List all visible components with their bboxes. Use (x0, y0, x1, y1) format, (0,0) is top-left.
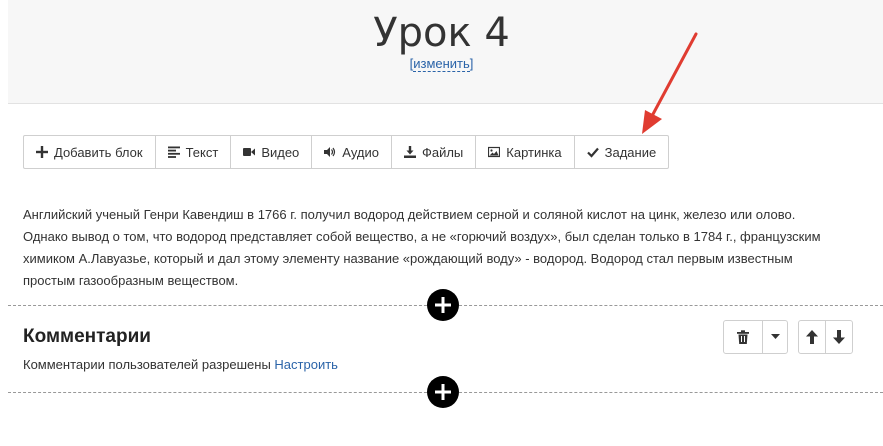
video-camera-icon (243, 148, 256, 156)
text-align-icon (167, 146, 180, 158)
download-icon (403, 146, 416, 158)
image-icon (488, 146, 501, 158)
insert-block-button[interactable] (427, 376, 459, 408)
plus-icon (435, 297, 451, 313)
block-toolbar: Добавить блок Текст Видео Аудио Файлы Ка… (23, 135, 670, 169)
delete-button-group (723, 320, 788, 354)
comments-status: Комментарии пользователей разрешены Наст… (23, 357, 338, 372)
comments-settings-link[interactable]: Настроить (274, 357, 338, 372)
volume-icon (324, 147, 336, 157)
task-button[interactable]: Задание (575, 136, 669, 168)
check-icon (586, 147, 599, 158)
plus-icon (435, 384, 451, 400)
move-down-button[interactable] (826, 321, 852, 353)
arrow-down-icon (833, 330, 845, 344)
bracket-close: ] (469, 56, 474, 71)
delete-button[interactable] (724, 321, 763, 353)
text-label: Текст (185, 144, 219, 160)
image-button[interactable]: Картинка (476, 136, 575, 168)
text-line: Однако вывод о том, что водород представ… (23, 229, 821, 244)
audio-button[interactable]: Аудио (312, 136, 392, 168)
task-label: Задание (604, 144, 657, 160)
audio-label: Аудио (342, 144, 379, 160)
comments-status-text: Комментарии пользователей разрешены (23, 357, 271, 372)
files-label: Файлы (421, 144, 464, 160)
video-button[interactable]: Видео (231, 136, 313, 168)
block-options-dropdown[interactable] (763, 321, 787, 353)
trash-icon (737, 330, 749, 344)
image-label: Картинка (506, 144, 562, 160)
add-block-label: Добавить блок (54, 144, 143, 160)
caret-down-icon (770, 334, 780, 339)
comments-title: Комментарии (23, 326, 151, 347)
text-line: Английский ученый Генри Кавендиш в 1766 … (23, 207, 796, 222)
arrow-up-icon (806, 330, 818, 344)
move-button-group (798, 320, 853, 354)
edit-title: [изменить] (0, 56, 883, 72)
insert-block-button[interactable] (427, 289, 459, 321)
text-line: химиком А.Лавуазье, который и дал этому … (23, 251, 793, 266)
add-block-button[interactable]: Добавить блок (24, 136, 156, 168)
files-button[interactable]: Файлы (392, 136, 477, 168)
text-content-block[interactable]: Английский ученый Генри Кавендиш в 1766 … (23, 204, 853, 292)
move-up-button[interactable] (799, 321, 826, 353)
page-title: Урок 4 (373, 10, 510, 56)
text-button[interactable]: Текст (156, 136, 232, 168)
plus-icon (36, 146, 48, 158)
video-label: Видео (261, 144, 300, 160)
edit-title-link[interactable]: изменить (413, 56, 470, 72)
